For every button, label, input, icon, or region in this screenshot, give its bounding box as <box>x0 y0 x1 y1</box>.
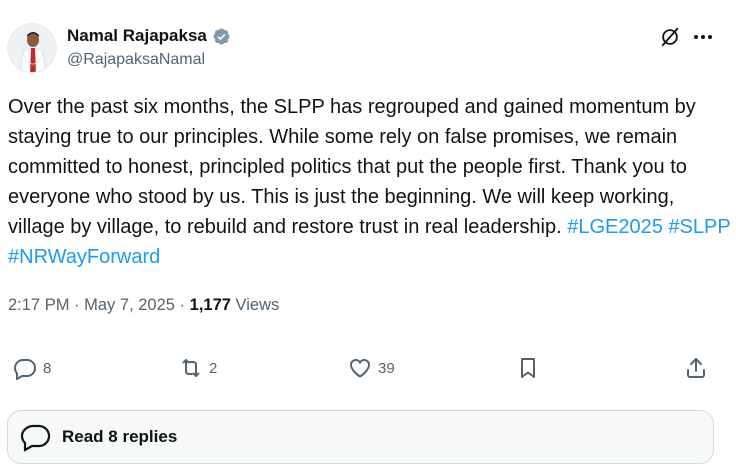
read-replies-label: Read 8 replies <box>62 427 178 446</box>
name-row: Namal Rajapaksa <box>67 26 231 46</box>
verified-badge-icon <box>212 27 231 46</box>
bookmark-icon <box>521 358 535 378</box>
read-replies-button[interactable]: Read 8 replies <box>7 410 714 464</box>
repost-count: 2 <box>209 359 218 377</box>
repost-icon <box>182 359 200 377</box>
post-date[interactable]: May 7, 2025 <box>84 296 175 314</box>
repost-button[interactable]: 2 <box>179 356 217 380</box>
meta-separator: · <box>74 296 80 314</box>
like-icon <box>349 358 371 378</box>
like-button[interactable]: 39 <box>348 356 395 380</box>
post-text: Over the past six months, the SLPP has r… <box>8 92 732 272</box>
post-time[interactable]: 2:17 PM <box>8 296 69 314</box>
hashtag-nrwayforward[interactable]: #NRWayForward <box>8 246 160 268</box>
bookmark-button[interactable] <box>516 356 540 380</box>
like-count: 39 <box>378 359 395 377</box>
reply-count: 8 <box>43 359 52 377</box>
share-icon <box>687 358 705 378</box>
share-button[interactable] <box>684 356 708 380</box>
views-label: Views <box>235 296 280 314</box>
grok-icon[interactable] <box>659 26 681 48</box>
user-handle[interactable]: @RajapaksaNamal <box>67 51 205 69</box>
more-icon[interactable] <box>692 28 714 46</box>
reply-icon <box>13 359 37 380</box>
tweet-card: Namal Rajapaksa @RajapaksaNamal Over the… <box>0 0 736 475</box>
display-name[interactable]: Namal Rajapaksa <box>67 26 207 46</box>
post-meta: 2:17 PM · May 7, 2025 · 1,177 Views <box>8 296 279 315</box>
meta-separator: · <box>179 296 186 314</box>
reply-button[interactable]: 8 <box>13 356 51 380</box>
views-count: 1,177 <box>189 296 231 314</box>
hashtag-slpp[interactable]: #SLPP <box>668 216 730 238</box>
avatar[interactable] <box>7 23 57 73</box>
comment-bubble-icon <box>20 424 51 452</box>
hashtag-lge2025[interactable]: #LGE2025 <box>567 216 663 238</box>
